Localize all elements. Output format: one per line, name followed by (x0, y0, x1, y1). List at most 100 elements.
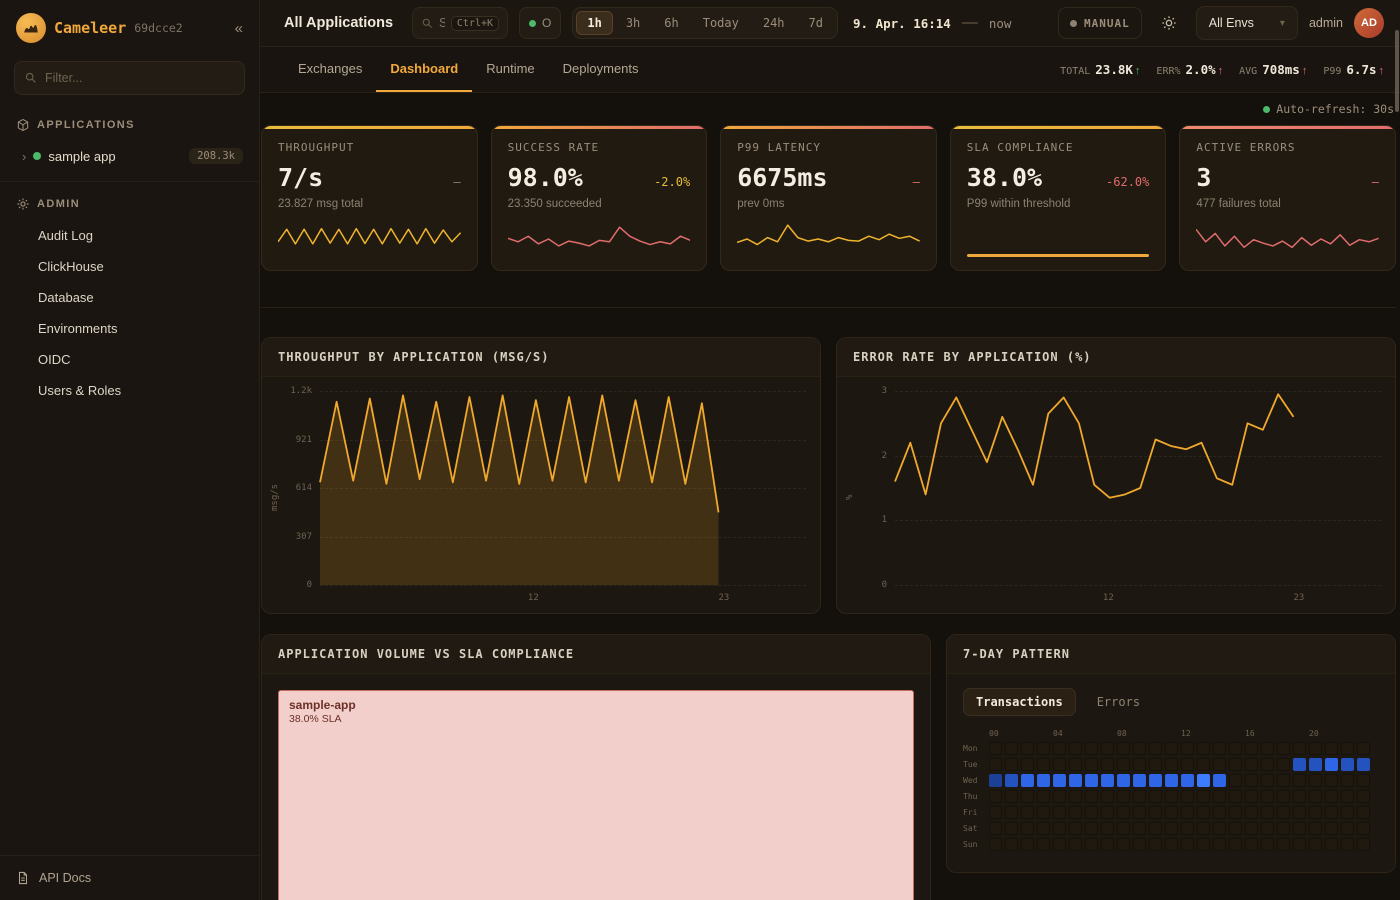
plot-area: 1223 (895, 385, 1385, 609)
search-shortcut-kbd: Ctrl+K (451, 16, 499, 31)
box-icon (16, 118, 30, 132)
avatar[interactable]: AD (1354, 8, 1384, 38)
app-root: Cameleer 69dcce2 « APPLICATIONS › sample… (0, 0, 1400, 900)
range-button-today[interactable]: Today (692, 11, 750, 35)
kpi-row: THROUGHPUT 7/s – 23.827 msg total SUCCES… (261, 125, 1396, 271)
kpi-delta: – (913, 175, 920, 189)
document-icon (16, 871, 30, 885)
kpi-subtitle: 23.827 msg total (278, 198, 461, 210)
datetime-separator: — (962, 14, 978, 32)
sla-progress-bar (967, 254, 1150, 257)
tab-runtime[interactable]: Runtime (472, 47, 548, 92)
theme-toggle-button[interactable] (1153, 7, 1185, 39)
now-label[interactable]: now (989, 16, 1012, 31)
heatmap-panel: 7-DAY PATTERN Transactions Errors 000408… (946, 634, 1396, 873)
sidebar-item-environments[interactable]: Environments (0, 313, 259, 344)
kpi-subtitle: 477 failures total (1196, 198, 1379, 210)
range-button-7d[interactable]: 7d (798, 11, 834, 35)
manual-refresh-button[interactable]: MANUAL (1058, 7, 1142, 39)
main-area: All Applications S… Ctrl+K O 1h 3h 6h To… (260, 0, 1400, 900)
status-dot-green (529, 20, 536, 27)
treemap-tile-sample-app[interactable]: sample-app 38.0% SLA (278, 690, 914, 900)
topbar: All Applications S… Ctrl+K O 1h 3h 6h To… (260, 0, 1400, 47)
arrow-up-icon: ↑ (1218, 65, 1224, 77)
stat-total: TOTAL 23.8K ↑ (1060, 62, 1140, 77)
logo-text[interactable]: Cameleer (54, 19, 126, 37)
heatmap-tabs: Transactions Errors (963, 688, 1379, 716)
sidebar-item-users-roles[interactable]: Users & Roles (0, 375, 259, 406)
applications-header-label: APPLICATIONS (37, 119, 135, 131)
sidebar: Cameleer 69dcce2 « APPLICATIONS › sample… (0, 0, 260, 900)
env-select[interactable]: All Envs ▾ (1196, 6, 1298, 40)
heatmap-grid: 000408121620MonTueWedThuFriSatSun (963, 729, 1379, 851)
page-title: All Applications (284, 15, 393, 31)
sidebar-collapse-button[interactable]: « (235, 20, 243, 37)
sidebar-item-oidc[interactable]: OIDC (0, 344, 259, 375)
filter-input[interactable] (14, 61, 245, 95)
auto-refresh-indicator[interactable]: Auto-refresh: 30s (261, 93, 1396, 116)
tab-deployments[interactable]: Deployments (549, 47, 653, 92)
accent-bar (721, 126, 936, 129)
arrow-up-icon: ↑ (1379, 65, 1385, 77)
error-rate-chart: % 3210 1223 (837, 377, 1395, 613)
time-range-group: 1h 3h 6h Today 24h 7d (572, 7, 838, 39)
plot-area: 1223 (320, 385, 810, 609)
gear-icon (16, 197, 30, 211)
scrollbar-thumb[interactable] (1395, 30, 1399, 112)
kpi-card-success-rate: SUCCESS RATE 98.0% -2.0% 23.350 succeede… (491, 125, 708, 271)
kpi-card-sla-compliance: SLA COMPLIANCE 38.0% -62.0% P99 within t… (950, 125, 1167, 271)
env-select-value: All Envs (1209, 16, 1254, 30)
sidebar-item-sample-app[interactable]: › sample app 208.3k (0, 141, 259, 171)
section-divider (261, 307, 1396, 308)
api-docs-label: API Docs (39, 871, 91, 885)
sidebar-filter (14, 61, 245, 95)
manual-dot-icon (1070, 20, 1077, 27)
range-button-3h[interactable]: 3h (615, 11, 651, 35)
api-docs-link[interactable]: API Docs (0, 855, 259, 900)
tile-name: sample-app (289, 698, 903, 712)
online-status-button[interactable]: O (519, 7, 561, 39)
sparkline-chart (737, 219, 920, 259)
y-axis: 1.2k9216143070 (282, 391, 320, 585)
admin-section-header: ADMIN (0, 188, 259, 220)
applications-section-header: APPLICATIONS (0, 109, 259, 141)
kpi-card-active-errors: ACTIVE ERRORS 3 – 477 failures total (1179, 125, 1396, 271)
y-axis: 3210 (857, 391, 895, 585)
sidebar-header: Cameleer 69dcce2 « (0, 0, 259, 53)
accent-bar (262, 126, 477, 129)
stat-p99: P99 6.7s ↑ (1323, 62, 1384, 77)
tab-exchanges[interactable]: Exchanges (284, 47, 376, 92)
username-label: admin (1309, 16, 1343, 30)
treemap-body: sample-app 38.0% SLA (262, 674, 930, 900)
summary-stats: TOTAL 23.8K ↑ ERR% 2.0% ↑ AVG 708ms ↑ P9… (1060, 47, 1384, 92)
kpi-subtitle: P99 within threshold (967, 198, 1150, 210)
chevron-right-icon: › (22, 149, 26, 164)
range-button-1h[interactable]: 1h (576, 11, 612, 35)
tab-transactions[interactable]: Transactions (963, 688, 1076, 716)
panel-title: ERROR RATE BY APPLICATION (%) (837, 338, 1395, 377)
status-dot-green (33, 152, 41, 160)
arrow-up-icon: ↑ (1302, 65, 1308, 77)
sidebar-item-clickhouse[interactable]: ClickHouse (0, 251, 259, 282)
camel-logo-icon (16, 13, 46, 43)
bottom-row: APPLICATION VOLUME VS SLA COMPLIANCE sam… (261, 634, 1396, 900)
kpi-value: 38.0% (967, 163, 1042, 192)
stat-avg: AVG 708ms ↑ (1239, 62, 1307, 77)
range-button-24h[interactable]: 24h (752, 11, 796, 35)
kpi-card-throughput: THROUGHPUT 7/s – 23.827 msg total (261, 125, 478, 271)
sun-icon (1161, 15, 1177, 31)
current-datetime[interactable]: 9. Apr. 16:14 (853, 16, 951, 31)
sidebar-item-database[interactable]: Database (0, 282, 259, 313)
y-axis-label: % (843, 385, 857, 609)
auto-refresh-label: Auto-refresh: 30s (1276, 102, 1394, 116)
global-search[interactable]: S… Ctrl+K (412, 7, 508, 39)
range-button-6h[interactable]: 6h (653, 11, 689, 35)
kpi-value: 6675ms (737, 163, 827, 192)
tab-dashboard[interactable]: Dashboard (376, 47, 472, 92)
app-name-label: sample app (48, 149, 115, 164)
sidebar-item-audit-log[interactable]: Audit Log (0, 220, 259, 251)
status-dot-green (1263, 106, 1270, 113)
tab-errors[interactable]: Errors (1084, 688, 1153, 716)
logo-version: 69dcce2 (134, 21, 182, 35)
admin-nav: Audit Log ClickHouse Database Environmen… (0, 220, 259, 406)
